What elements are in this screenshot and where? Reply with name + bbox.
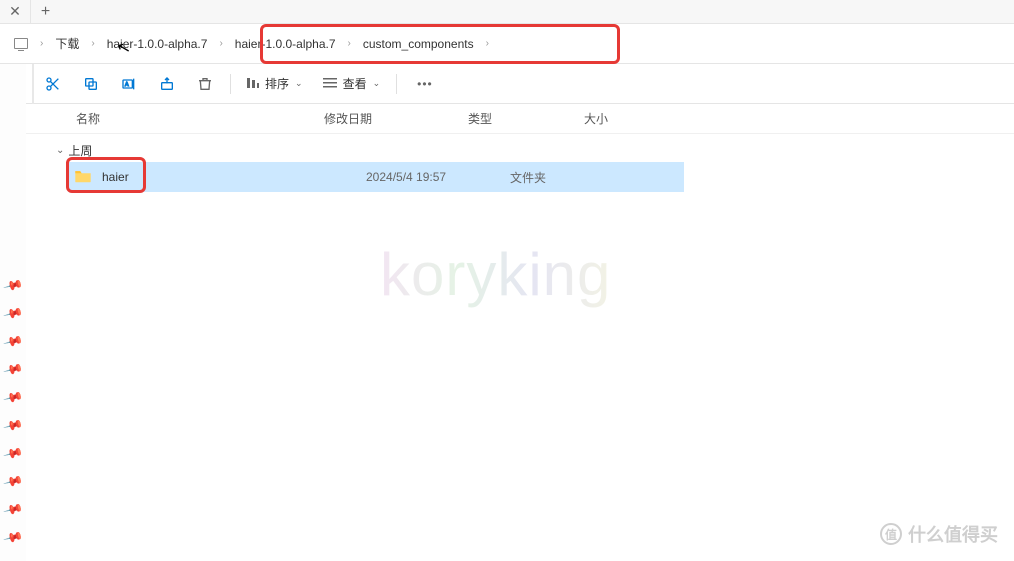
toolbar-divider bbox=[230, 74, 231, 94]
caret-down-icon: ⌄ bbox=[373, 78, 381, 89]
breadcrumb-label: 下载 bbox=[55, 35, 79, 52]
svg-text:A: A bbox=[125, 82, 129, 88]
breadcrumb-item-2[interactable]: haier-1.0.0-alpha.7 bbox=[227, 24, 344, 63]
breadcrumb-item-1[interactable]: haier-1.0.0-alpha.7 bbox=[99, 24, 216, 63]
breadcrumb-pc-icon[interactable] bbox=[6, 24, 36, 63]
toolbar: A 排序 ⌄ 查看 ⌄ ••• bbox=[26, 64, 1014, 104]
copy-button[interactable] bbox=[72, 64, 110, 104]
share-button[interactable] bbox=[148, 64, 186, 104]
pin-icon[interactable]: 📌 bbox=[2, 443, 24, 465]
chevron-right-icon[interactable]: › bbox=[482, 38, 493, 49]
toolbar-divider bbox=[396, 74, 397, 94]
file-name: haier bbox=[102, 170, 366, 184]
view-icon bbox=[323, 77, 337, 91]
breadcrumb-item-3[interactable]: custom_components bbox=[355, 24, 482, 63]
pin-icon[interactable]: 📌 bbox=[2, 275, 24, 297]
column-header-type[interactable]: 类型 bbox=[468, 110, 584, 127]
breadcrumb-label: haier-1.0.0-alpha.7 bbox=[235, 37, 336, 51]
breadcrumb: › 下载 › haier-1.0.0-alpha.7 › haier-1.0.0… bbox=[0, 24, 1014, 64]
group-header[interactable]: ⌄ 上周 bbox=[26, 138, 1014, 162]
new-tab-button[interactable]: + bbox=[30, 0, 60, 24]
pin-icon[interactable]: 📌 bbox=[2, 331, 24, 353]
pin-icon[interactable]: 📌 bbox=[2, 387, 24, 409]
column-header-name[interactable]: 名称 bbox=[76, 110, 324, 127]
content-area: A 排序 ⌄ 查看 ⌄ ••• 名称 bbox=[26, 64, 1014, 561]
column-header-size[interactable]: 大小 bbox=[584, 110, 664, 127]
group-label: 上周 bbox=[68, 142, 92, 159]
chevron-right-icon[interactable]: › bbox=[344, 38, 355, 49]
column-headers: 名称 修改日期 类型 大小 bbox=[26, 104, 1014, 134]
pin-icon[interactable]: 📌 bbox=[2, 303, 24, 325]
chevron-down-icon: ⌄ bbox=[56, 145, 64, 156]
tab-bar: ✕ + bbox=[0, 0, 1014, 24]
pin-icon[interactable]: 📌 bbox=[2, 415, 24, 437]
nav-rail: 📌 📌 📌 📌 📌 📌 📌 📌 📌 📌 bbox=[0, 64, 26, 561]
pin-icon[interactable]: 📌 bbox=[2, 359, 24, 381]
chevron-right-icon[interactable]: › bbox=[215, 38, 226, 49]
caret-down-icon: ⌄ bbox=[295, 78, 303, 89]
cut-button[interactable] bbox=[34, 64, 72, 104]
pin-icon[interactable]: 📌 bbox=[2, 471, 24, 493]
sort-button[interactable]: 排序 ⌄ bbox=[237, 64, 313, 104]
file-row[interactable]: haier 2024/5/4 19:57 文件夹 bbox=[68, 162, 684, 192]
column-label: 修改日期 bbox=[324, 112, 372, 126]
main-area: 📌 📌 📌 📌 📌 📌 📌 📌 📌 📌 A bbox=[0, 64, 1014, 561]
sort-label: 排序 bbox=[265, 75, 289, 92]
column-header-date[interactable]: 修改日期 bbox=[324, 110, 468, 127]
rename-button[interactable]: A bbox=[110, 64, 148, 104]
breadcrumb-label: haier-1.0.0-alpha.7 bbox=[107, 37, 208, 51]
pin-icon[interactable]: 📌 bbox=[2, 499, 24, 521]
column-label: 名称 bbox=[76, 112, 100, 126]
view-label: 查看 bbox=[343, 75, 367, 92]
delete-button[interactable] bbox=[186, 64, 224, 104]
chevron-right-icon[interactable]: › bbox=[36, 38, 47, 49]
view-button[interactable]: 查看 ⌄ bbox=[313, 64, 391, 104]
breadcrumb-item-downloads[interactable]: 下载 bbox=[47, 24, 87, 63]
breadcrumb-label: custom_components bbox=[363, 37, 474, 51]
column-label: 大小 bbox=[584, 112, 608, 126]
chevron-right-icon[interactable]: › bbox=[87, 38, 98, 49]
column-label: 类型 bbox=[468, 112, 492, 126]
file-type: 文件夹 bbox=[510, 169, 626, 186]
tab-close-button[interactable]: ✕ bbox=[0, 0, 30, 24]
pin-icon[interactable]: 📌 bbox=[2, 527, 24, 549]
more-button[interactable]: ••• bbox=[403, 77, 447, 91]
folder-icon bbox=[74, 169, 94, 185]
file-date: 2024/5/4 19:57 bbox=[366, 170, 510, 184]
sort-icon bbox=[247, 77, 259, 91]
